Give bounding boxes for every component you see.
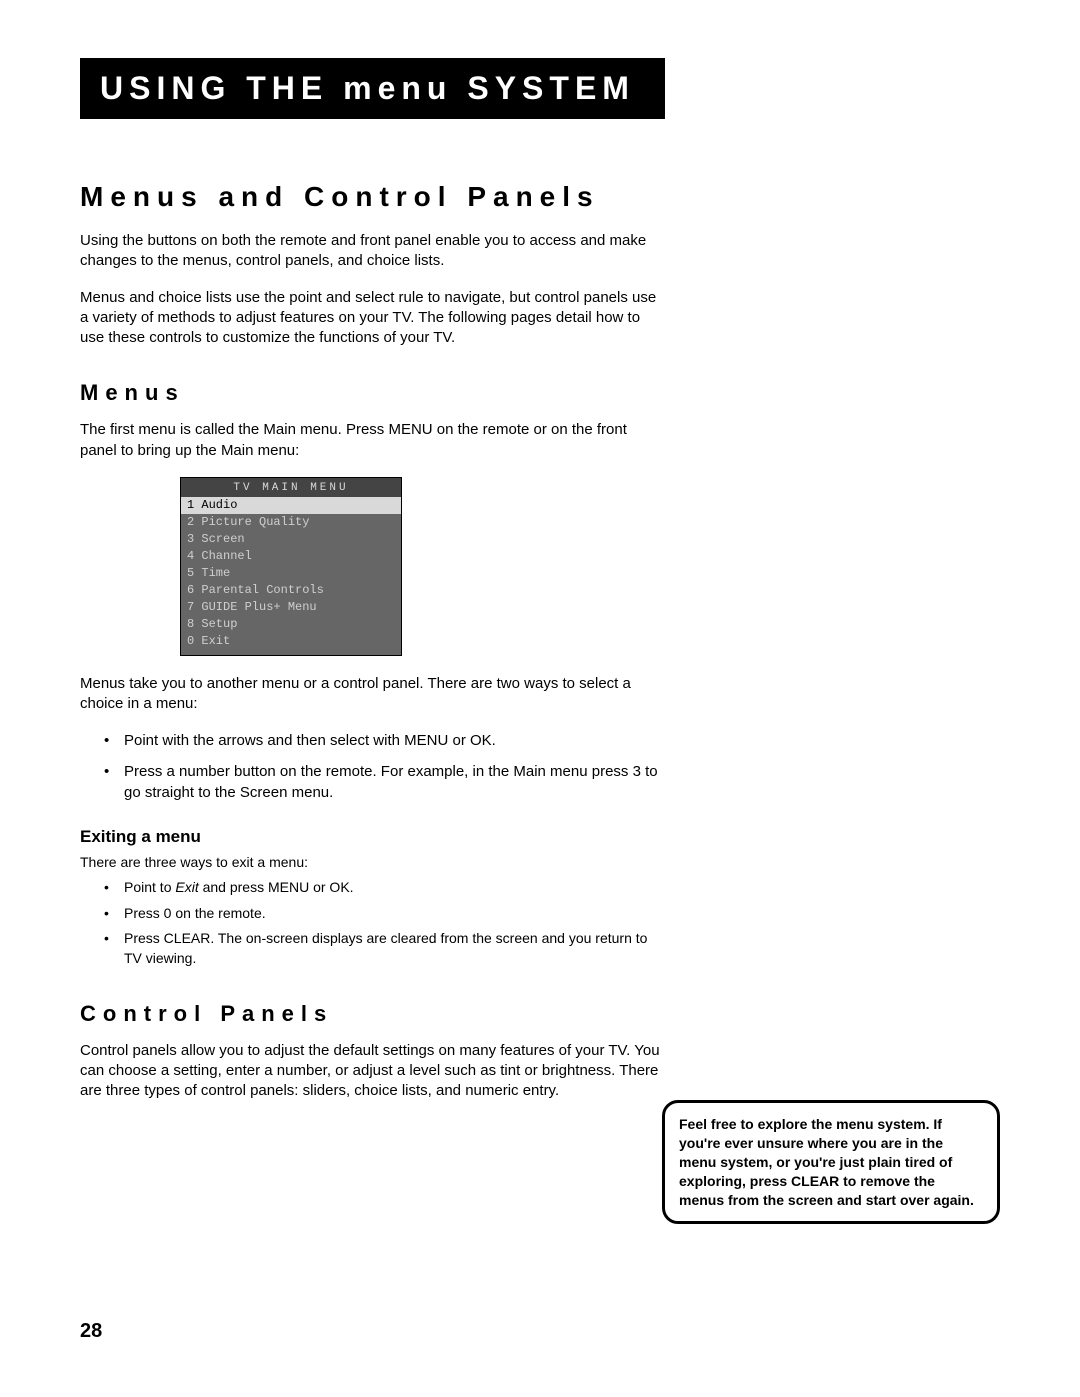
menus-bullet-list: Point with the arrows and then select wi… <box>80 730 665 803</box>
exiting-block: Exiting a menu There are three ways to e… <box>80 827 665 968</box>
chapter-title-text: USING THE menu SYSTEM <box>100 70 635 106</box>
tv-menu-row: 2 Picture Quality <box>181 514 401 531</box>
menus-paragraph-1: The first menu is called the Main menu. … <box>80 420 665 461</box>
tip-callout-box: Feel free to explore the menu system. If… <box>662 1100 1000 1224</box>
list-item: Press CLEAR. The on-screen displays are … <box>104 929 665 968</box>
subsection-menus: Menus <box>80 380 665 406</box>
tv-menu-row: 3 Screen <box>181 531 401 548</box>
intro-paragraph-1: Using the buttons on both the remote and… <box>80 231 665 272</box>
menus-paragraph-2: Menus take you to another menu or a cont… <box>80 674 665 715</box>
subsection-control-panels: Control Panels <box>80 1001 665 1027</box>
body-column: Using the buttons on both the remote and… <box>80 231 665 1101</box>
tv-main-menu-screenshot: TV MAIN MENU 1 Audio2 Picture Quality3 S… <box>180 477 402 656</box>
chapter-title-bar: USING THE menu SYSTEM <box>80 58 665 119</box>
tv-menu-row: 5 Time <box>181 565 401 582</box>
tv-menu-row: 4 Channel <box>181 548 401 565</box>
tip-text: Feel free to explore the menu system. If… <box>679 1116 974 1208</box>
list-item: Press 0 on the remote. <box>104 904 665 924</box>
subsubsection-exiting: Exiting a menu <box>80 827 665 847</box>
tv-menu-row: 6 Parental Controls <box>181 582 401 599</box>
page: USING THE menu SYSTEM Menus and Control … <box>0 0 1080 1397</box>
tv-menu-row: 1 Audio <box>181 497 401 514</box>
tv-menu-row: 0 Exit <box>181 633 401 655</box>
list-item: Point to Exit and press MENU or OK. <box>104 878 665 898</box>
control-panels-paragraph: Control panels allow you to adjust the d… <box>80 1041 665 1102</box>
exit-bullet-list: Point to Exit and press MENU or OK. Press… <box>80 878 665 968</box>
tv-menu-row: 7 GUIDE Plus+ Menu <box>181 599 401 616</box>
tv-menu-title: TV MAIN MENU <box>181 478 401 497</box>
tv-menu-row: 8 Setup <box>181 616 401 633</box>
exit-paragraph: There are three ways to exit a menu: <box>80 853 665 872</box>
page-number: 28 <box>80 1320 102 1343</box>
list-item: Press a number button on the remote. For… <box>104 761 665 803</box>
section-heading: Menus and Control Panels <box>80 181 1000 213</box>
intro-paragraph-2: Menus and choice lists use the point and… <box>80 288 665 349</box>
list-item: Point with the arrows and then select wi… <box>104 730 665 751</box>
